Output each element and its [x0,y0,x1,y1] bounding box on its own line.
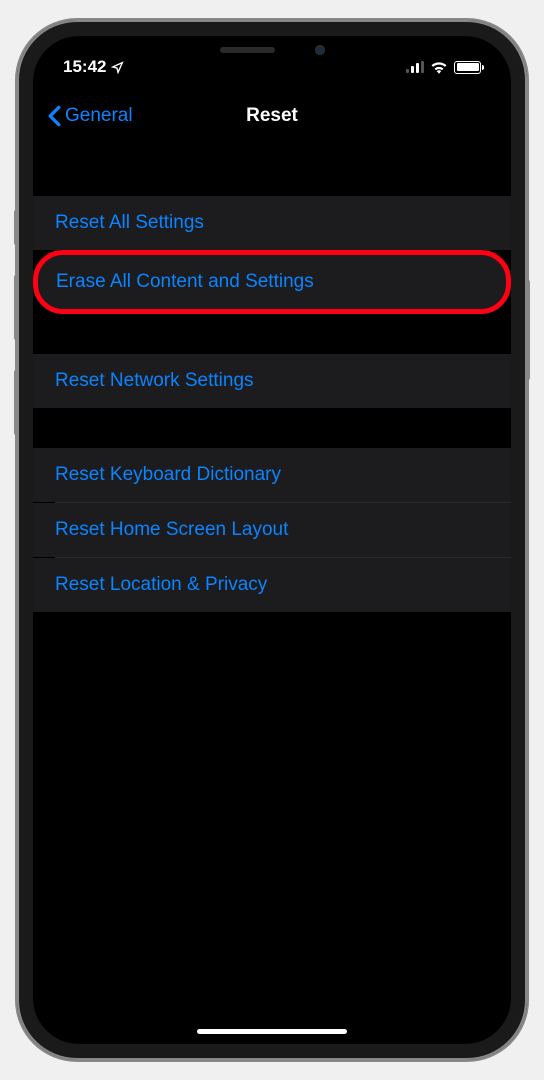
list-item-label: Reset All Settings [55,212,204,233]
settings-group: Reset All Settings Erase All Content and… [33,196,511,314]
list-item-label: Reset Location & Privacy [55,574,267,595]
page-title: Reset [246,105,298,127]
list-item-label: Erase All Content and Settings [56,271,314,292]
settings-group: Reset Keyboard Dictionary Reset Home Scr… [33,448,511,612]
reset-keyboard-dictionary-item[interactable]: Reset Keyboard Dictionary [33,448,511,502]
home-indicator[interactable] [197,1029,347,1034]
chevron-left-icon [48,105,61,127]
nav-bar: General Reset [33,86,511,146]
reset-network-settings-item[interactable]: Reset Network Settings [33,354,511,408]
screen: 15:42 [33,36,511,1044]
content: Reset All Settings Erase All Content and… [33,146,511,612]
reset-all-settings-item[interactable]: Reset All Settings [33,196,511,250]
battery-icon [454,61,481,74]
list-item-label: Reset Keyboard Dictionary [55,464,281,485]
wifi-icon [430,60,448,74]
location-icon [111,61,124,74]
settings-group: Reset Network Settings [33,354,511,408]
notch [172,36,372,64]
erase-all-content-item[interactable]: Erase All Content and Settings [33,250,511,314]
back-label: General [65,105,133,127]
list-item-label: Reset Home Screen Layout [55,519,288,540]
reset-location-privacy-item[interactable]: Reset Location & Privacy [33,558,511,612]
phone-frame: 15:42 [17,20,527,1060]
list-item-label: Reset Network Settings [55,370,254,391]
back-button[interactable]: General [48,105,133,127]
signal-icon [406,61,424,73]
reset-home-screen-layout-item[interactable]: Reset Home Screen Layout [33,503,511,557]
status-time: 15:42 [63,57,106,77]
